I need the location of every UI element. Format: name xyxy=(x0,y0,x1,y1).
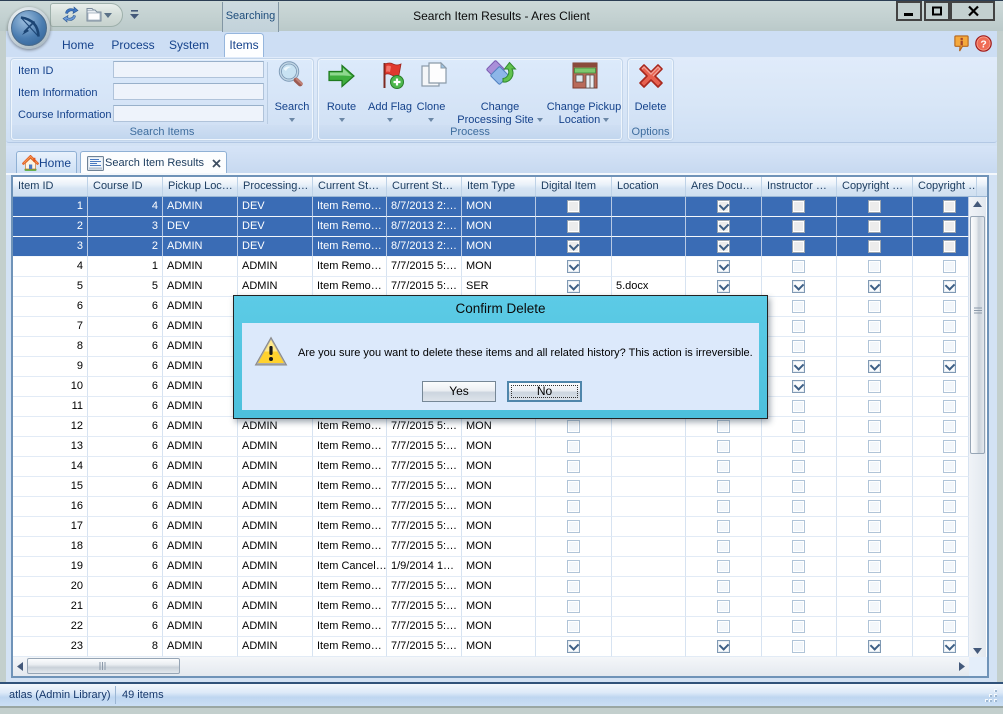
svg-text:?: ? xyxy=(980,39,986,50)
